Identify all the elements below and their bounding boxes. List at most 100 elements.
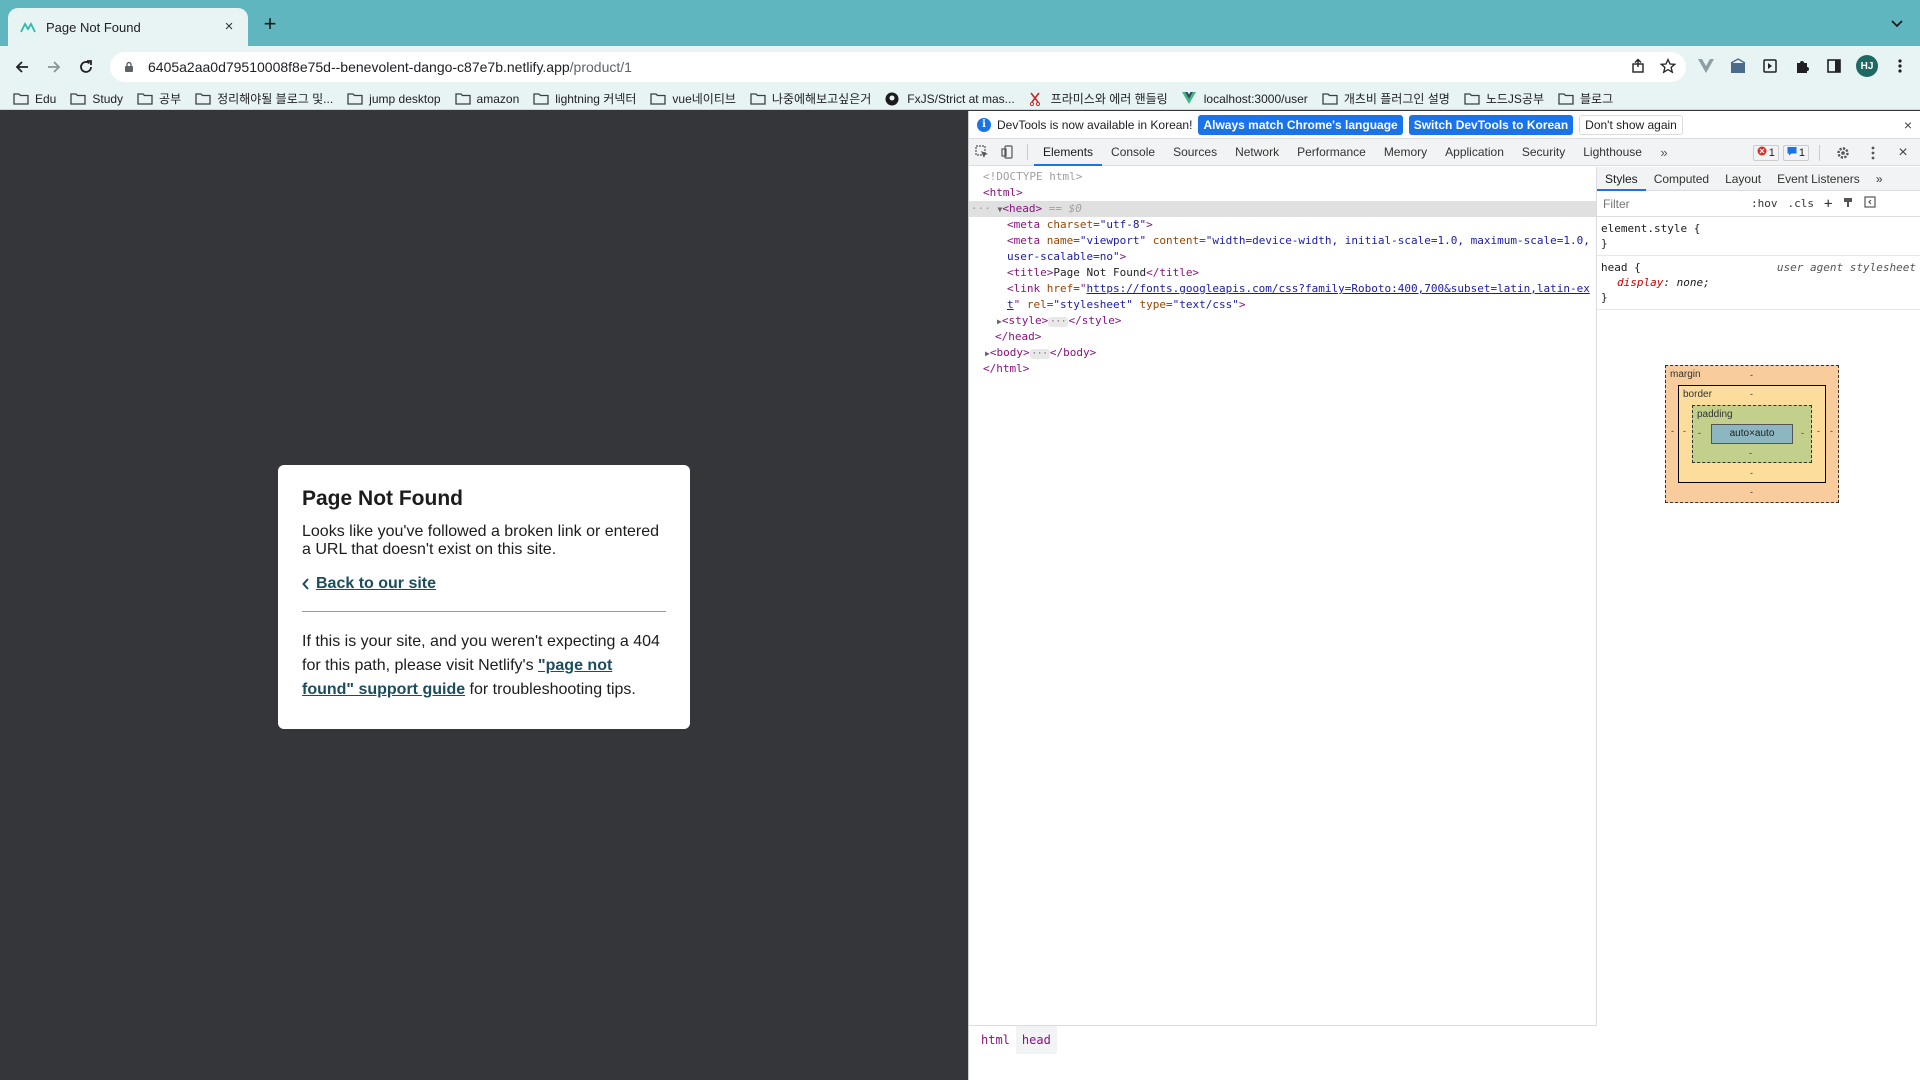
font-link-url[interactable]: https://fonts.googleapis.com/css?family=… (1087, 282, 1590, 295)
dom-node-body[interactable]: ▶<body> ··· </body> (969, 345, 1596, 361)
margin-top-value[interactable]: - (1750, 370, 1753, 380)
css-property-name[interactable]: display (1601, 276, 1663, 289)
border-bottom-value[interactable]: - (1750, 468, 1753, 478)
margin-right-value[interactable]: - (1830, 426, 1833, 436)
switch-to-korean-button[interactable]: Switch DevTools to Korean (1408, 114, 1574, 135)
back-arrow-icon[interactable] (10, 55, 34, 79)
box-model-border[interactable]: border - - - - padding - - - auto×auto (1678, 385, 1826, 483)
element-style-rule[interactable]: element.style { } (1597, 217, 1920, 256)
message-count-badge[interactable]: 1 (1782, 144, 1809, 161)
bookmark-item[interactable]: vue네이티브 (650, 90, 736, 107)
side-panel-icon[interactable] (1824, 56, 1844, 76)
vue-devtools-icon[interactable] (1696, 56, 1716, 76)
bookmark-item[interactable]: lightning 커넥터 (533, 90, 636, 107)
bookmark-item[interactable]: 나중에해보고싶은거 (750, 90, 871, 107)
bookmark-item[interactable]: 개츠비 플러그인 설명 (1322, 90, 1450, 107)
bookmark-item[interactable]: jump desktop (347, 92, 441, 106)
back-to-site-link[interactable]: Back to our site (302, 575, 666, 593)
dom-node-title[interactable]: <title>Page Not Found</title> (969, 265, 1596, 281)
dom-node-meta-viewport[interactable]: <meta name="viewport" content="width=dev… (969, 233, 1596, 249)
infobar-close-icon[interactable]: × (1904, 117, 1912, 133)
styles-filter-input[interactable] (1603, 194, 1743, 213)
forward-arrow-icon[interactable] (42, 55, 66, 79)
extensions-puzzle-icon[interactable] (1792, 56, 1812, 76)
styles-tab-layout[interactable]: Layout (1717, 167, 1769, 191)
always-match-language-button[interactable]: Always match Chrome's language (1198, 114, 1403, 135)
dom-node-html-close[interactable]: </html> (969, 361, 1596, 377)
more-style-tabs-chevron-icon[interactable]: » (1868, 167, 1891, 191)
bookmark-item[interactable]: 블로그 (1558, 90, 1613, 107)
reload-icon[interactable] (74, 55, 98, 79)
settings-gear-icon[interactable] (1830, 140, 1856, 166)
margin-bottom-value[interactable]: - (1750, 487, 1753, 497)
tab-search-chevron-icon[interactable] (1888, 14, 1906, 32)
bookmark-star-icon[interactable] (1659, 57, 1677, 77)
new-rule-plus-icon[interactable]: + (1824, 196, 1832, 212)
devtools-tab-lighthouse[interactable]: Lighthouse (1574, 139, 1651, 166)
padding-right-value[interactable]: - (1801, 428, 1804, 438)
devtools-tab-security[interactable]: Security (1513, 139, 1574, 166)
styles-tab-computed[interactable]: Computed (1646, 167, 1717, 191)
dom-node-html[interactable]: <html> (969, 185, 1596, 201)
bookmark-item[interactable]: FxJS/Strict at mas... (885, 92, 1015, 106)
devtools-tab-console[interactable]: Console (1102, 139, 1164, 166)
bookmark-item[interactable]: localhost:3000/user (1181, 91, 1308, 106)
devtools-tab-elements[interactable]: Elements (1034, 139, 1103, 166)
breadcrumb-html[interactable]: html (975, 1026, 1016, 1054)
breadcrumb-head[interactable]: head (1015, 1025, 1057, 1054)
devtools-tab-application[interactable]: Application (1436, 139, 1513, 166)
border-right-value[interactable]: - (1817, 426, 1820, 436)
bookmark-item[interactable]: Study (70, 92, 123, 106)
devtools-tab-memory[interactable]: Memory (1375, 139, 1436, 166)
dom-node-style[interactable]: ▶<style> ··· </style> (969, 313, 1596, 329)
styles-tab-styles[interactable]: Styles (1597, 167, 1646, 191)
dom-node-head-close[interactable]: </head> (969, 329, 1596, 345)
bookmark-item[interactable]: 공부 (137, 90, 181, 107)
dom-node-link[interactable]: <link href="https://fonts.googleapis.com… (969, 281, 1596, 297)
bookmark-item[interactable]: 정리해야될 블로그 및... (195, 90, 333, 107)
hover-state-toggle[interactable]: :hov (1751, 197, 1778, 210)
bookmark-item[interactable]: 프라미스와 에러 핸들링 (1029, 90, 1168, 107)
extension-screen-icon[interactable] (1760, 56, 1780, 76)
close-devtools-icon[interactable]: × (1890, 140, 1916, 166)
extension-box-icon[interactable] (1728, 56, 1748, 76)
tab-close-icon[interactable]: × (220, 18, 238, 36)
bookmark-item[interactable]: amazon (454, 92, 519, 106)
share-icon[interactable] (1630, 58, 1646, 77)
toggle-sidebar-icon[interactable] (1864, 196, 1877, 211)
collapsed-ellipsis[interactable]: ··· (1029, 349, 1050, 359)
device-toolbar-icon[interactable] (995, 139, 1021, 165)
font-link-url-cont[interactable]: t (1007, 298, 1014, 311)
dom-node-meta-charset[interactable]: <meta charset="utf-8"> (969, 217, 1596, 233)
border-left-value[interactable]: - (1683, 426, 1686, 436)
inspect-element-icon[interactable] (969, 139, 995, 165)
head-rule[interactable]: user agent stylesheet head { display: no… (1597, 256, 1920, 310)
box-model-padding[interactable]: padding - - - auto×auto (1692, 405, 1812, 463)
devtools-tab-sources[interactable]: Sources (1164, 139, 1226, 166)
margin-left-value[interactable]: - (1671, 426, 1674, 436)
styles-tab-event-listeners[interactable]: Event Listeners (1769, 167, 1868, 191)
error-count-badge[interactable]: 1 (1752, 144, 1779, 161)
box-model-content[interactable]: auto×auto (1711, 424, 1793, 444)
padding-left-value[interactable]: - (1698, 428, 1701, 438)
collapsed-ellipsis[interactable]: ··· (1048, 317, 1069, 327)
dom-node-head[interactable]: ··· ▼<head> == $0 (969, 201, 1596, 217)
lock-icon[interactable] (122, 60, 136, 74)
dont-show-again-button[interactable]: Don't show again (1579, 114, 1683, 135)
devtools-tab-network[interactable]: Network (1226, 139, 1288, 166)
paint-bucket-icon[interactable] (1842, 196, 1854, 211)
profile-avatar[interactable]: HJ (1856, 55, 1878, 77)
browser-tab[interactable]: Page Not Found × (8, 8, 248, 46)
dom-node-doctype[interactable]: <!DOCTYPE html> (969, 169, 1596, 185)
bookmark-item[interactable]: Edu (13, 92, 56, 106)
more-tabs-chevron-icon[interactable]: » (1651, 139, 1677, 165)
css-property-value[interactable]: none; (1677, 276, 1710, 289)
class-toggle[interactable]: .cls (1788, 197, 1815, 210)
box-model-margin[interactable]: margin - - - - border - - - - padding - … (1665, 365, 1839, 503)
bookmark-item[interactable]: 노드JS공부 (1464, 90, 1544, 107)
padding-bottom-value[interactable]: - (1749, 448, 1752, 458)
address-bar[interactable]: 6405a2aa0d79510008f8e75d--benevolent-dan… (110, 52, 1686, 82)
devtools-menu-icon[interactable] (1860, 140, 1886, 166)
new-tab-icon[interactable]: + (258, 12, 282, 36)
chrome-menu-icon[interactable] (1890, 56, 1910, 76)
